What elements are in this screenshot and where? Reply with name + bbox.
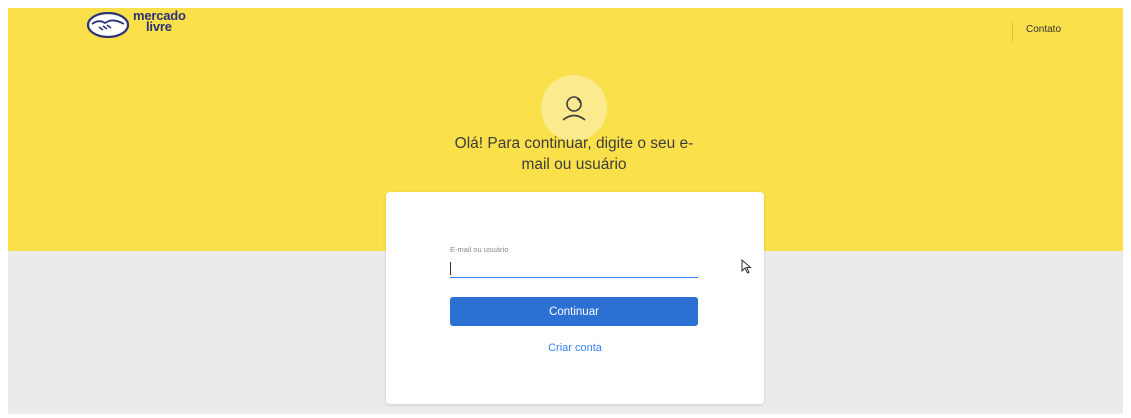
mouse-pointer-icon: [741, 259, 752, 274]
page-title: Olá! Para continuar, digite o seu e- mai…: [380, 133, 768, 175]
contact-link[interactable]: Contato: [1026, 24, 1061, 35]
page-frame: mercado livre Contato Olá! Para continua…: [8, 8, 1123, 414]
login-card: E-mail ou usuário Continuar Criar conta: [386, 192, 764, 404]
email-field-label: E-mail ou usuário: [450, 245, 509, 254]
headline-line-2: mail ou usuário: [521, 156, 627, 173]
handshake-logo-icon: [87, 12, 129, 38]
continue-button[interactable]: Continuar: [450, 297, 698, 326]
logo-text: mercado livre: [133, 9, 186, 33]
mercado-livre-logo[interactable]: mercado livre: [87, 9, 227, 46]
user-icon: [541, 75, 607, 141]
header-divider: [1012, 22, 1013, 42]
headline-line-1: Olá! Para continuar, digite o seu e-: [454, 135, 694, 152]
email-field[interactable]: [450, 259, 698, 278]
text-caret: [450, 262, 451, 275]
create-account-link[interactable]: Criar conta: [386, 342, 764, 354]
